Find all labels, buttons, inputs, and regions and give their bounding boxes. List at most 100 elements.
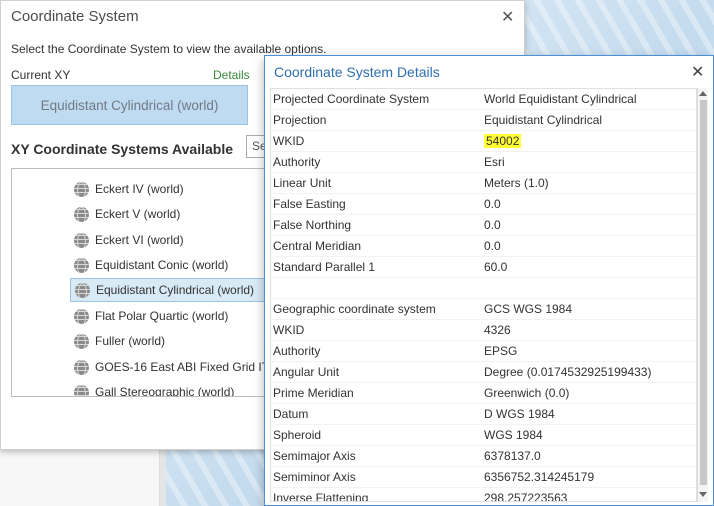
details-row: Datum D WGS 1984 — [271, 404, 696, 425]
globe-icon — [74, 232, 89, 248]
available-heading: XY Coordinate Systems Available — [11, 141, 234, 157]
list-item[interactable]: GOES-16 East ABI Fixed Grid ITRF — [70, 355, 276, 379]
details-key: False Northing — [273, 218, 352, 232]
details-row: Authority Esri — [271, 152, 696, 173]
details-row: Central Meridian 0.0 — [271, 236, 696, 257]
background-panel — [0, 445, 160, 506]
details-value: 4326 — [484, 323, 511, 337]
list-item[interactable]: Fuller (world) — [70, 329, 275, 353]
details-value: Degree (0.0174532925199433) — [484, 365, 652, 379]
list-item[interactable]: Flat Polar Quartic (world) — [70, 304, 275, 328]
details-key: Projected Coordinate System — [273, 92, 430, 106]
details-key: Spheroid — [273, 428, 322, 442]
details-row: False Northing 0.0 — [271, 215, 696, 236]
list-item-label: Flat Polar Quartic (world) — [95, 309, 229, 323]
list-item[interactable]: Eckert V (world) — [70, 202, 275, 226]
details-row: Angular Unit Degree (0.0174532925199433) — [271, 362, 696, 383]
highlighted-wkid-value: 54002 — [484, 134, 522, 148]
details-title: Coordinate System Details — [274, 64, 440, 80]
scroll-up-icon[interactable] — [699, 91, 707, 96]
current-coordinate-system[interactable]: Equidistant Cylindrical (world) — [11, 85, 248, 125]
details-row: WKID 4326 — [271, 320, 696, 341]
list-item[interactable]: Equidistant Conic (world) — [70, 253, 275, 277]
details-key: WKID — [273, 323, 305, 337]
globe-icon — [74, 206, 89, 222]
details-key: Semimajor Axis — [273, 449, 356, 463]
details-key: Authority — [273, 344, 321, 358]
dialog-title: Coordinate System — [11, 8, 139, 25]
details-row: False Easting 0.0 — [271, 194, 696, 215]
details-row — [271, 278, 696, 299]
details-key: Authority — [273, 155, 321, 169]
details-value: Greenwich (0.0) — [484, 386, 570, 400]
details-key: Angular Unit — [273, 365, 340, 379]
details-key: Datum — [273, 407, 309, 421]
details-key: Geographic coordinate system — [273, 302, 436, 316]
details-value: 6378137.0 — [484, 449, 541, 463]
list-item[interactable]: Eckert IV (world) — [70, 177, 275, 201]
details-row: Inverse Flattening 298.257223563 — [271, 488, 696, 502]
globe-icon — [74, 333, 89, 349]
details-key: WKID — [273, 134, 305, 148]
details-row: Linear Unit Meters (1.0) — [271, 173, 696, 194]
details-row: Authority EPSG — [271, 341, 696, 362]
list-item[interactable]: Gall Stereographic (world) — [70, 380, 275, 397]
details-value: 0.0 — [484, 218, 501, 232]
details-key: Prime Meridian — [273, 386, 354, 400]
current-xy-label: Current XY — [11, 68, 71, 82]
details-value: Esri — [484, 155, 505, 169]
details-key: Central Meridian — [273, 239, 362, 253]
scroll-down-icon[interactable] — [699, 492, 707, 497]
details-value: Meters (1.0) — [484, 176, 549, 190]
close-icon[interactable]: ✕ — [691, 62, 704, 82]
list-item-label: Eckert V (world) — [95, 207, 181, 221]
list-item-label: Equidistant Conic (world) — [95, 258, 229, 272]
close-icon[interactable]: ✕ — [501, 7, 514, 27]
list-item-label: Eckert IV (world) — [95, 182, 184, 196]
details-row: Projection Equidistant Cylindrical — [271, 110, 696, 131]
details-link[interactable]: Details — [213, 68, 250, 82]
details-key: Standard Parallel 1 — [273, 260, 376, 274]
details-key: Projection — [273, 113, 327, 127]
coordinate-system-list[interactable]: Eckert IV (world) Eckert V (world) Eckert … — [11, 168, 276, 397]
details-row: Semiminor Axis 6356752.314245179 — [271, 467, 696, 488]
details-value: WGS 1984 — [484, 428, 543, 442]
details-row: Standard Parallel 1 60.0 — [271, 257, 696, 278]
details-key: Linear Unit — [273, 176, 332, 190]
globe-icon — [74, 257, 89, 273]
details-value: 0.0 — [484, 197, 501, 211]
details-row: Semimajor Axis 6378137.0 — [271, 446, 696, 467]
list-item-label: Fuller (world) — [95, 334, 166, 348]
details-key: Semiminor Axis — [273, 470, 356, 484]
details-key: False Easting — [273, 197, 346, 211]
details-value: 0.0 — [484, 239, 501, 253]
list-item-label: Gall Stereographic (world) — [95, 385, 235, 397]
details-value: Equidistant Cylindrical — [484, 113, 603, 127]
list-item[interactable]: Eckert VI (world) — [70, 228, 275, 252]
coordinate-system-details-dialog: Coordinate System Details ✕ Projected Co… — [264, 55, 714, 506]
background-divider — [160, 445, 166, 506]
details-key: Inverse Flattening — [273, 491, 369, 502]
globe-icon — [75, 282, 90, 298]
list-item-label: GOES-16 East ABI Fixed Grid ITRF — [95, 360, 276, 374]
globe-icon — [74, 384, 89, 396]
details-value: World Equidistant Cylindrical — [484, 92, 637, 106]
details-value: 60.0 — [484, 260, 508, 274]
details-value: 298.257223563 — [484, 491, 568, 502]
details-value: GCS WGS 1984 — [484, 302, 573, 316]
globe-icon — [74, 308, 89, 324]
globe-icon — [74, 359, 89, 375]
scrollbar-thumb[interactable] — [700, 100, 707, 485]
list-item[interactable]: Equidistant Cylindrical (world) — [70, 278, 275, 302]
details-row: Spheroid WGS 1984 — [271, 425, 696, 446]
details-row: Geographic coordinate system GCS WGS 1984 — [271, 299, 696, 320]
details-value: EPSG — [484, 344, 518, 358]
details-value: 6356752.314245179 — [484, 470, 595, 484]
globe-icon — [74, 181, 89, 197]
details-row: Prime Meridian Greenwich (0.0) — [271, 383, 696, 404]
details-row: Projected Coordinate System World Equidis… — [271, 89, 696, 110]
list-item-label: Equidistant Cylindrical (world) — [96, 283, 255, 297]
instruction-text: Select the Coordinate System to view the… — [11, 42, 327, 56]
vertical-scrollbar[interactable] — [697, 88, 708, 502]
details-row: WKID 54002 — [271, 131, 696, 152]
